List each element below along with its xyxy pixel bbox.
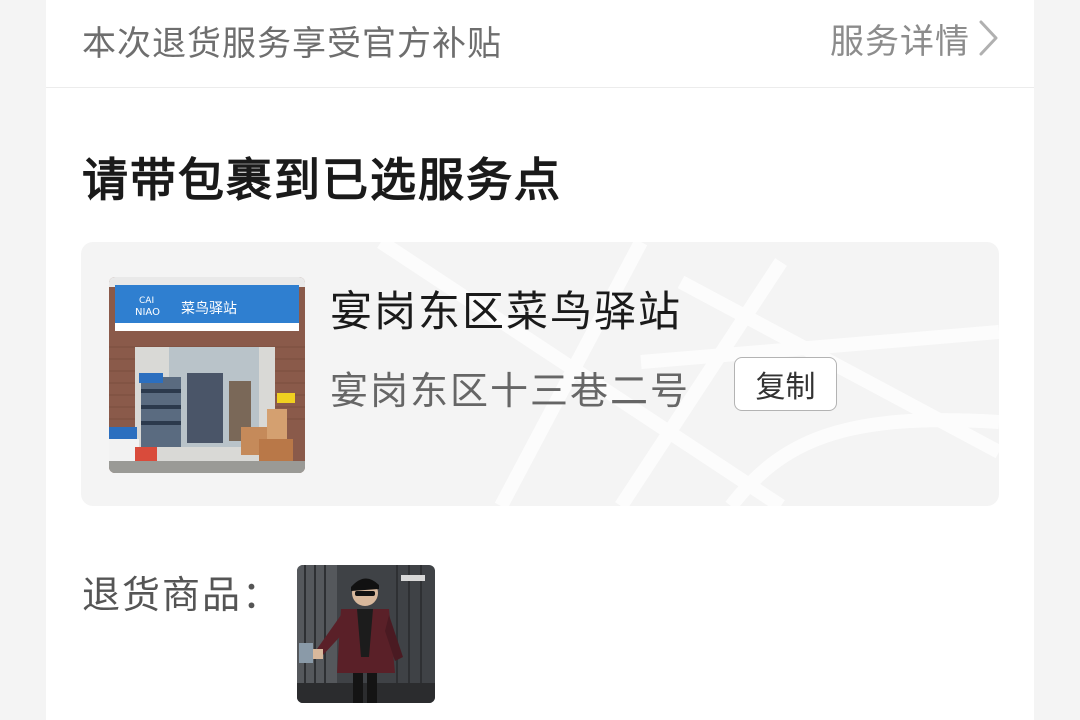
sign-niao: NIAO xyxy=(135,307,160,318)
station-address: 宴岗东区十三巷二号 xyxy=(330,369,691,413)
sign-name: 菜鸟驿站 xyxy=(181,301,237,317)
station-photo: CAI NIAO 菜鸟驿站 xyxy=(109,277,305,473)
subsidy-row: 本次退货服务享受官方补贴 服务详情 xyxy=(46,0,1034,88)
return-items-label: 退货商品： xyxy=(82,573,283,617)
sign-cai: CAI xyxy=(139,296,154,306)
section-title: 请带包裹到已选服务点 xyxy=(82,153,562,207)
station-name: 宴岗东区菜鸟驿站 xyxy=(330,287,683,336)
pickup-station-card[interactable]: CAI NIAO 菜鸟驿站 宴岗东区菜鸟驿站 宴岗东区十三巷二号 复制 xyxy=(81,242,999,506)
return-product-thumbnail[interactable] xyxy=(297,565,435,703)
service-details-label: 服务详情 xyxy=(830,21,970,62)
service-details-link[interactable]: 服务详情 xyxy=(830,16,1000,62)
chevron-right-icon xyxy=(979,20,998,56)
subsidy-text: 本次退货服务享受官方补贴 xyxy=(82,24,502,64)
return-service-card: 本次退货服务享受官方补贴 服务详情 请带包裹到已选服务点 CAI NIAO 菜鸟… xyxy=(46,0,1034,720)
copy-address-button[interactable]: 复制 xyxy=(734,357,837,411)
